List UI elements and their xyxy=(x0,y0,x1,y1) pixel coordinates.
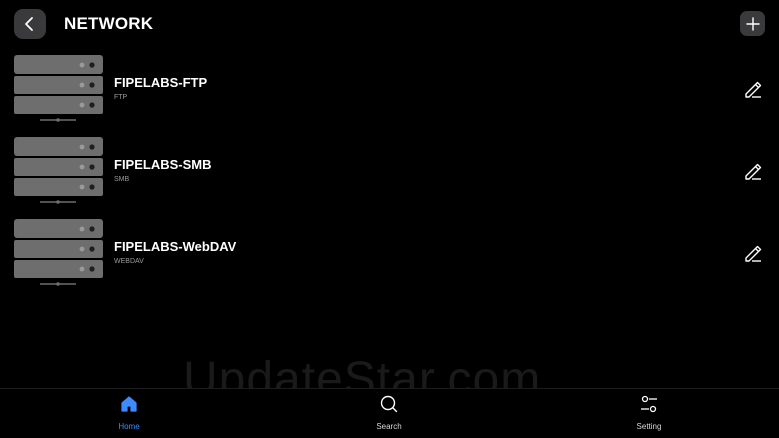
pencil-icon xyxy=(745,245,762,262)
nav-setting[interactable]: Setting xyxy=(609,393,689,437)
home-icon xyxy=(121,396,137,412)
edit-button[interactable] xyxy=(742,78,764,100)
connection-name: FIPELABS-SMB xyxy=(114,157,212,172)
header: NETWORK xyxy=(0,0,779,50)
nav-home[interactable]: Home xyxy=(89,393,169,437)
nav-label: Setting xyxy=(636,422,662,431)
search-icon xyxy=(380,395,398,413)
connection-type: WEBDAV xyxy=(114,258,144,265)
nav-search[interactable]: Search xyxy=(349,393,429,437)
page-title: NETWORK xyxy=(64,14,154,33)
edit-button[interactable] xyxy=(742,242,764,264)
pencil-icon xyxy=(745,163,762,180)
chevron-left-icon xyxy=(25,17,33,31)
connection-type: FTP xyxy=(114,94,128,101)
nav-label: Home xyxy=(118,422,140,431)
server-icon xyxy=(14,137,103,204)
server-icon xyxy=(14,55,103,122)
edit-button[interactable] xyxy=(742,160,764,182)
connection-list: FIPELABS-FTP FTP FIPELABS-SMB SMB FIPELA… xyxy=(0,52,779,298)
server-icon xyxy=(14,219,103,286)
connection-row-ftp[interactable]: FIPELABS-FTP FTP xyxy=(0,52,779,134)
connection-name: FIPELABS-WebDAV xyxy=(114,239,237,254)
bottom-nav: Home Search Setting xyxy=(0,388,779,438)
back-button[interactable] xyxy=(14,9,46,39)
pencil-icon xyxy=(745,81,762,98)
nav-label: Search xyxy=(376,422,402,431)
connection-name: FIPELABS-FTP xyxy=(114,75,208,90)
connection-type: SMB xyxy=(114,176,130,183)
add-connection-button[interactable] xyxy=(740,11,765,36)
sliders-icon xyxy=(641,395,657,413)
connection-row-smb[interactable]: FIPELABS-SMB SMB xyxy=(0,134,779,216)
plus-icon xyxy=(745,16,760,31)
network-screen: NETWORK FIPELABS-FTP FTP FIPELABS-SMB SM… xyxy=(0,0,779,438)
connection-row-webdav[interactable]: FIPELABS-WebDAV WEBDAV xyxy=(0,216,779,298)
